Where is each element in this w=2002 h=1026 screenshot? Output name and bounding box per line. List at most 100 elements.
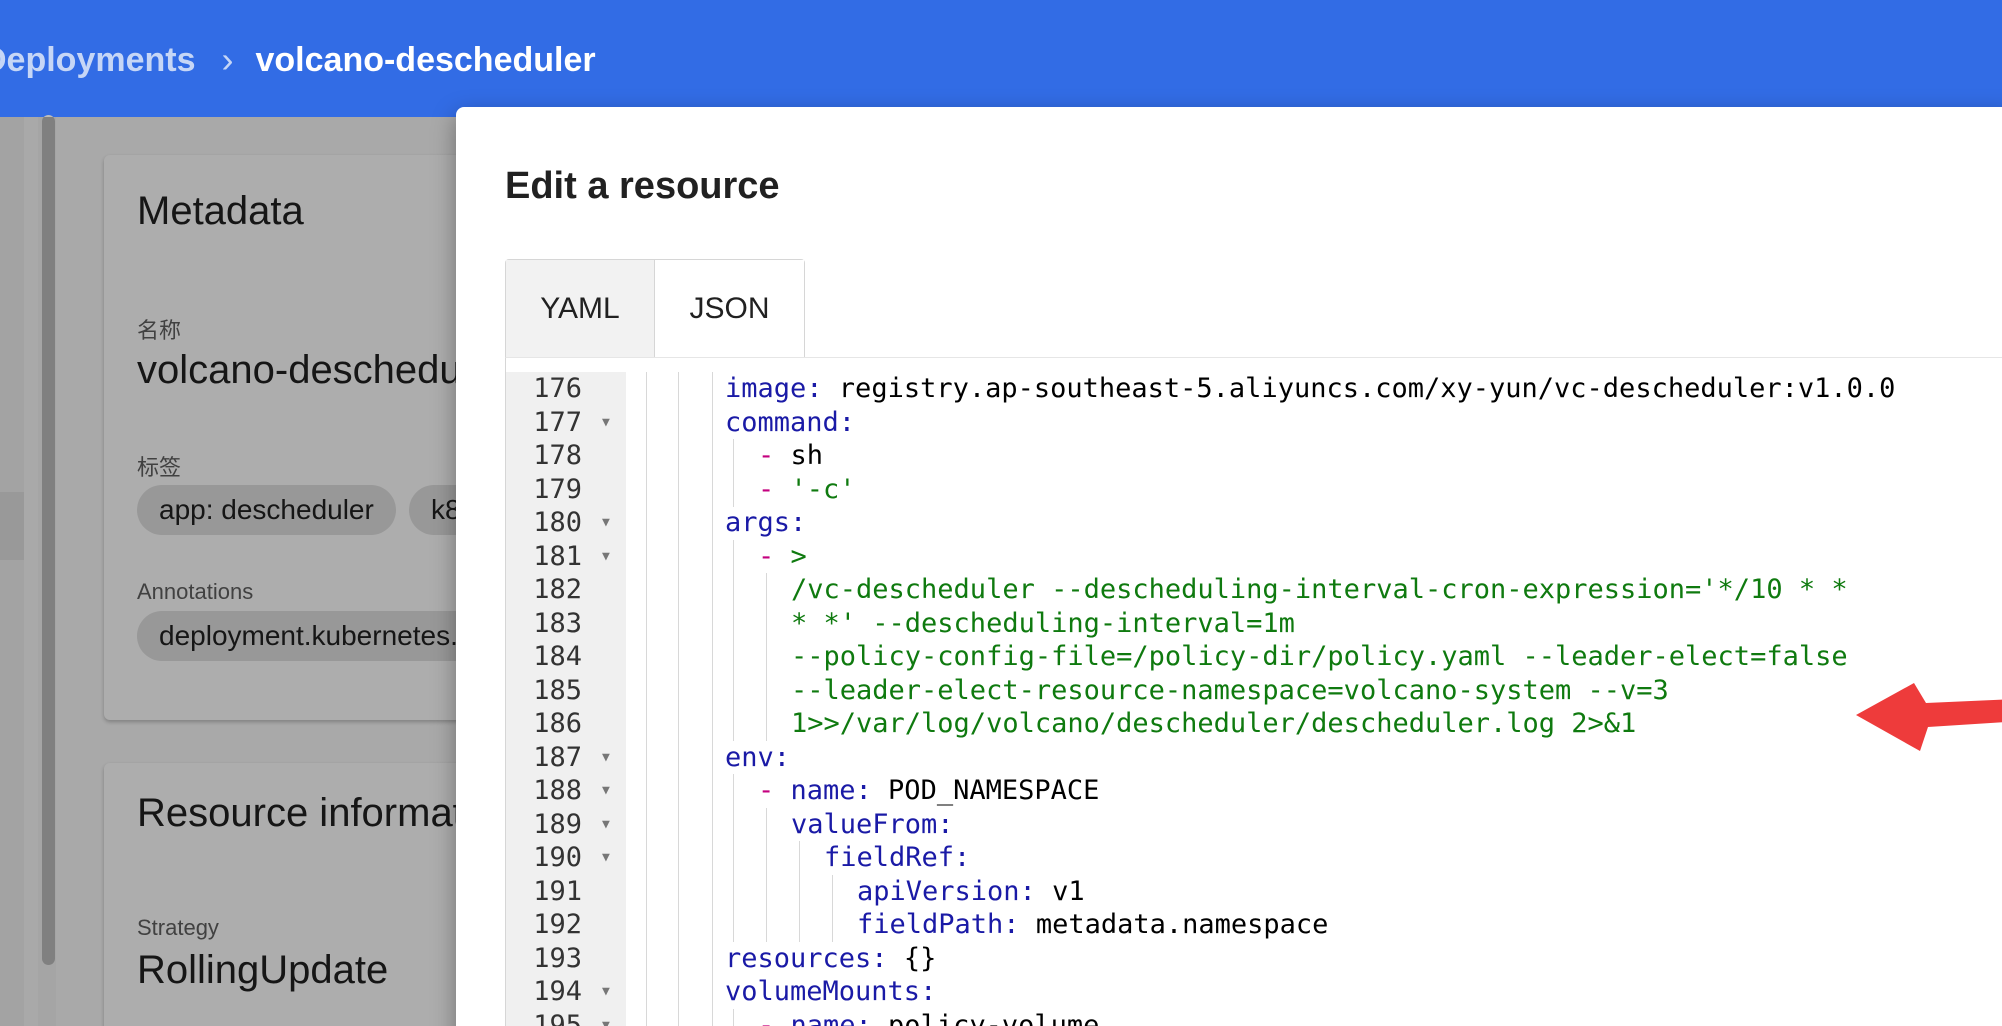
code-line[interactable]: 179- '-c' (506, 472, 2002, 507)
code-line[interactable]: 181 ▼ - > (506, 539, 2002, 574)
code-line[interactable]: 192 fieldPath: metadata.namespace (506, 908, 2002, 942)
indent-guide (733, 472, 734, 507)
code-token: command: (725, 406, 856, 438)
code-line[interactable]: 187 ▼ env: (506, 740, 2002, 775)
indent-guide (646, 372, 647, 406)
indent-guide (646, 405, 647, 440)
code-token: metadata.namespace (1019, 909, 1329, 940)
code-token: fieldPath: (857, 909, 1020, 940)
code-text: --leader-elect-resource-namespace=volcan… (791, 674, 1669, 708)
indent-guide (766, 640, 767, 674)
indent-guide (766, 573, 767, 607)
code-line[interactable]: 184 --policy-config-file=/policy-dir/poli… (506, 640, 2002, 674)
indent-guide (733, 874, 734, 909)
code-token: name: (790, 1009, 872, 1026)
indent-guide (678, 707, 679, 741)
indent-guide (646, 439, 647, 473)
indent-guide (832, 908, 833, 942)
indent-guide (646, 472, 647, 507)
code-token: * *' --descheduling-interval=1m (791, 607, 1295, 639)
indent-guide (712, 506, 713, 540)
indent-guide (712, 975, 713, 1009)
code-token: --policy-config-file=/policy-dir/policy.… (791, 641, 1848, 672)
indent-guide (678, 941, 679, 976)
code-text: fieldRef: (824, 841, 970, 875)
indent-guide (712, 807, 713, 842)
dialog-title: Edit a resource (505, 165, 780, 207)
indent-guides (506, 807, 806, 842)
edit-resource-dialog: Edit a resource YAML JSON 176 image: regi… (456, 107, 2002, 1026)
code-text: --policy-config-file=/policy-dir/policy.… (791, 640, 1848, 674)
indent-guide (766, 874, 767, 909)
code-token: - (758, 440, 791, 471)
code-text: /vc-descheduler --descheduling-interval-… (791, 573, 1848, 607)
code-editor[interactable]: 176 image: registry.ap-southeast-5.aliyun… (505, 357, 2002, 1026)
code-token: - (758, 775, 791, 806)
breadcrumb-deployments-link[interactable]: Deployments (0, 41, 196, 80)
indent-guides (506, 908, 833, 942)
indent-guide (646, 874, 647, 909)
indent-guide (733, 774, 734, 808)
code-text: - name: POD_NAMESPACE (758, 774, 1099, 808)
indent-guide (678, 439, 679, 473)
indent-guide (712, 372, 713, 406)
tab-json[interactable]: JSON (655, 260, 804, 358)
indent-guide (733, 539, 734, 574)
code-line[interactable]: 189 ▼ valueFrom: (506, 807, 2002, 842)
code-token: image: (725, 373, 823, 404)
code-line[interactable]: 194 ▼ volumeMounts: (506, 975, 2002, 1009)
indent-guide (733, 439, 734, 473)
red-arrow-icon (1856, 683, 2002, 751)
code-token: volumeMounts: (725, 976, 937, 1007)
indent-guide (799, 841, 800, 875)
indent-guide (712, 606, 713, 641)
indent-guide (678, 975, 679, 1009)
indent-guide (678, 405, 679, 440)
code-line[interactable]: 186 1>>/var/log/volcano/descheduler/desch… (506, 707, 2002, 741)
code-line[interactable]: 182/vc-descheduler --descheduling-interv… (506, 573, 2002, 607)
code-token: 1>>/var/log/volcano/descheduler/deschedu… (791, 708, 1637, 739)
indent-guide (766, 707, 767, 741)
indent-guide (712, 740, 713, 775)
code-token: apiVersion: (857, 875, 1036, 907)
code-token: name: (790, 775, 872, 806)
indent-guide (646, 707, 647, 741)
code-line[interactable]: 180 ▼ args: (506, 506, 2002, 540)
breadcrumb: Deployments › volcano-descheduler (0, 38, 596, 82)
code-token: > (790, 540, 807, 572)
indent-guide (678, 673, 679, 708)
code-line[interactable]: 176 image: registry.ap-southeast-5.aliyun… (506, 372, 2002, 406)
code-line[interactable]: 183 * *' --descheduling-interval=1m (506, 606, 2002, 641)
indent-guide (766, 841, 767, 875)
indent-guide (646, 807, 647, 842)
code-line[interactable]: 177 ▼ command: (506, 405, 2002, 440)
code-token: - (758, 540, 791, 572)
code-token: v1 (1035, 875, 1085, 907)
code-token: - (758, 473, 791, 505)
indent-guide (832, 874, 833, 909)
code-line[interactable]: 193 resources: {} (506, 941, 2002, 976)
code-token: /vc-descheduler --descheduling-interval-… (791, 574, 1848, 605)
code-text: * *' --descheduling-interval=1m (791, 607, 1295, 641)
code-line[interactable]: 191 apiVersion: v1 (506, 874, 2002, 909)
code-line[interactable]: 195 ▼ - name: policy-volume (506, 1008, 2002, 1026)
code-line[interactable]: 185 --leader-elect-resource-namespace=vol… (506, 673, 2002, 708)
indent-guides (506, 606, 806, 641)
code-text: image: registry.ap-southeast-5.aliyuncs.… (725, 372, 1895, 406)
indent-guide (678, 807, 679, 842)
indent-guide (646, 1008, 647, 1026)
code-text: volumeMounts: (725, 975, 936, 1009)
indent-guide (678, 874, 679, 909)
code-line[interactable]: 190 ▼ fieldRef: (506, 841, 2002, 875)
indent-guide (646, 975, 647, 1009)
code-line[interactable]: 188 ▼ - name: POD_NAMESPACE (506, 774, 2002, 808)
indent-guide (712, 405, 713, 440)
indent-guide (646, 673, 647, 708)
indent-guide (766, 673, 767, 708)
indent-guide (712, 573, 713, 607)
indent-guide (733, 841, 734, 875)
tab-yaml[interactable]: YAML (506, 260, 655, 358)
indent-guide (799, 874, 800, 909)
indent-guide (766, 606, 767, 641)
code-line[interactable]: 178- sh (506, 439, 2002, 473)
